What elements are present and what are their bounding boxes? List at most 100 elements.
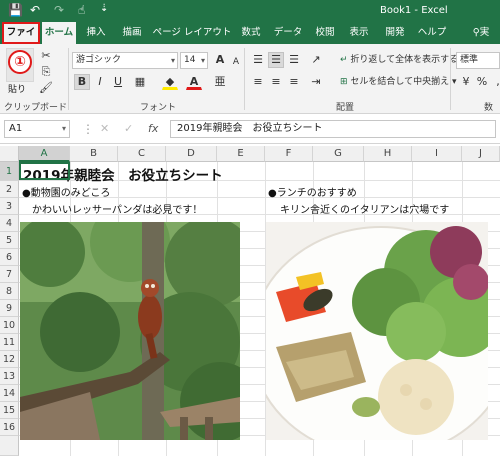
row-header-16[interactable]: 16 <box>0 419 19 436</box>
align-middle-icon[interactable]: ☰ <box>268 52 284 68</box>
tab-help[interactable]: ヘルプ <box>414 22 450 44</box>
tab-view[interactable]: 表示 <box>344 22 374 44</box>
tab-page-layout[interactable]: ページ レイアウト <box>152 22 232 44</box>
cancel-button[interactable]: ✕ <box>100 120 109 138</box>
font-size-select[interactable]: 14 ▾ <box>180 52 208 69</box>
row-header-3[interactable]: 3 <box>0 198 19 215</box>
formula-input[interactable]: 2019年親睦会 お役立ちシート <box>170 120 496 138</box>
row-header-11[interactable]: 11 <box>0 334 19 351</box>
copy-icon[interactable]: ⎘ <box>38 64 54 80</box>
column-header-b[interactable]: B <box>70 146 118 162</box>
percent-button[interactable]: % <box>474 74 490 90</box>
tab-draw[interactable]: 描画 <box>116 22 148 44</box>
divider <box>68 48 69 110</box>
merge-center-button[interactable]: ⊞ セルを結合して中央揃え ▾ <box>340 74 457 90</box>
column-header-i[interactable]: I <box>412 146 462 162</box>
formula-bar-resize-icon[interactable]: ⋮ <box>82 120 94 138</box>
tab-home[interactable]: ホーム <box>42 22 76 44</box>
format-painter-icon[interactable]: 🖌 <box>38 80 54 96</box>
enter-button[interactable]: ✓ <box>124 120 133 138</box>
clipboard-group-label: クリップボード <box>4 103 68 113</box>
column-header-a[interactable]: A <box>19 146 70 162</box>
align-bottom-icon[interactable]: ☰ <box>286 52 302 68</box>
currency-icon[interactable]: ¥ <box>458 74 474 90</box>
zoo-highlight-heading-cell[interactable]: ●動物園のみどころ <box>22 184 110 199</box>
tab-developer[interactable]: 開発 <box>380 22 410 44</box>
cut-icon[interactable]: ✂ <box>38 48 54 64</box>
row-header-9[interactable]: 9 <box>0 300 19 317</box>
worksheet-grid[interactable]: A B C D E F G H I J 1 2 3 4 5 6 7 8 9 10… <box>0 146 500 456</box>
paste-button-label[interactable]: 貼り <box>8 82 26 95</box>
tab-formulas[interactable]: 数式 <box>236 22 266 44</box>
save-icon[interactable]: 💾 <box>8 3 23 17</box>
column-header-d[interactable]: D <box>166 146 217 162</box>
tab-insert[interactable]: 挿入 <box>80 22 112 44</box>
redo-icon[interactable]: ↷ <box>54 3 64 17</box>
bold-button[interactable]: B <box>74 74 90 90</box>
wrap-text-label: 折り返して全体を表示する <box>350 55 459 65</box>
select-all-corner[interactable] <box>0 146 19 162</box>
font-group-label: フォント <box>140 103 177 113</box>
font-name-select[interactable]: 游ゴシック ▾ <box>72 52 178 69</box>
font-color-button[interactable]: A <box>186 74 202 90</box>
name-box[interactable]: A1 ▾ <box>4 120 70 138</box>
title-bar: 💾 ↶ ↷ ☝ ⇣ Book1 - Excel <box>0 0 500 22</box>
row-header-13[interactable]: 13 <box>0 368 19 385</box>
comma-button[interactable]: , <box>490 74 500 90</box>
lunch-heading-cell[interactable]: ●ランチのおすすめ <box>268 184 357 199</box>
chevron-down-icon: ▾ <box>61 124 66 133</box>
divider <box>450 48 451 110</box>
row-header-12[interactable]: 12 <box>0 351 19 368</box>
lunch-plate-photo[interactable] <box>266 222 488 440</box>
column-header-e[interactable]: E <box>217 146 265 162</box>
wrap-text-button[interactable]: ↵ 折り返して全体を表示する <box>340 52 458 68</box>
align-top-icon[interactable]: ☰ <box>250 52 266 68</box>
column-header-f[interactable]: F <box>265 146 313 162</box>
column-header-c[interactable]: C <box>118 146 166 162</box>
row-header-7[interactable]: 7 <box>0 266 19 283</box>
fill-color-icon[interactable]: ◆ <box>162 74 178 90</box>
customize-quick-access-icon[interactable]: ⇣ <box>100 3 108 14</box>
number-format-value: 標準 <box>460 55 479 65</box>
tab-tell-me-label: 実 <box>479 27 490 38</box>
row-header-10[interactable]: 10 <box>0 317 19 334</box>
phonetic-guide-icon[interactable]: 亜 <box>208 74 232 90</box>
tab-data[interactable]: データ <box>270 22 306 44</box>
align-right-icon[interactable]: ≡ <box>286 74 302 90</box>
row-header-5[interactable]: 5 <box>0 232 19 249</box>
tab-tell-me[interactable]: ⚲実 <box>466 22 496 44</box>
borders-icon[interactable]: ▦ <box>132 74 148 90</box>
row-header-1[interactable]: 1 <box>0 162 19 181</box>
number-format-select[interactable]: 標準 <box>456 52 500 69</box>
row-header-8[interactable]: 8 <box>0 283 19 300</box>
grow-font-button[interactable]: A <box>212 52 228 68</box>
font-size-value: 14 <box>184 55 196 65</box>
align-center-icon[interactable]: ≡ <box>268 74 284 90</box>
italic-button[interactable]: I <box>92 74 108 90</box>
step-marker: ① <box>8 50 32 74</box>
insert-function-button[interactable]: fx <box>148 120 158 138</box>
column-header-j[interactable]: J <box>462 146 500 162</box>
indent-icon[interactable]: ⇥ <box>308 74 324 90</box>
tab-review[interactable]: 校閲 <box>310 22 340 44</box>
row-header-17[interactable] <box>0 436 19 456</box>
orientation-icon[interactable]: ↗ <box>308 52 324 68</box>
red-panda-photo[interactable] <box>20 222 240 440</box>
touch-mode-icon[interactable]: ☝ <box>78 3 85 17</box>
row-header-14[interactable]: 14 <box>0 385 19 402</box>
row-header-4[interactable]: 4 <box>0 215 19 232</box>
column-header-g[interactable]: G <box>313 146 364 162</box>
tab-file[interactable]: ファイル <box>2 22 40 56</box>
underline-button[interactable]: U <box>110 74 126 90</box>
row-header-2[interactable]: 2 <box>0 181 19 198</box>
row-header-6[interactable]: 6 <box>0 249 19 266</box>
zoo-highlight-text-cell[interactable]: かわいいレッサーパンダは必見です！ <box>32 201 202 216</box>
merge-center-label: セルを結合して中央揃え <box>350 77 450 87</box>
row-header-15[interactable]: 15 <box>0 402 19 419</box>
merge-cells-icon: ⊞ <box>340 77 348 87</box>
lunch-text-cell[interactable]: キリン舎近くのイタリアンは穴場です <box>280 201 449 216</box>
undo-icon[interactable]: ↶ <box>30 3 40 17</box>
align-left-icon[interactable]: ≡ <box>250 74 266 90</box>
shrink-font-button[interactable]: A <box>228 54 244 70</box>
column-header-h[interactable]: H <box>364 146 412 162</box>
